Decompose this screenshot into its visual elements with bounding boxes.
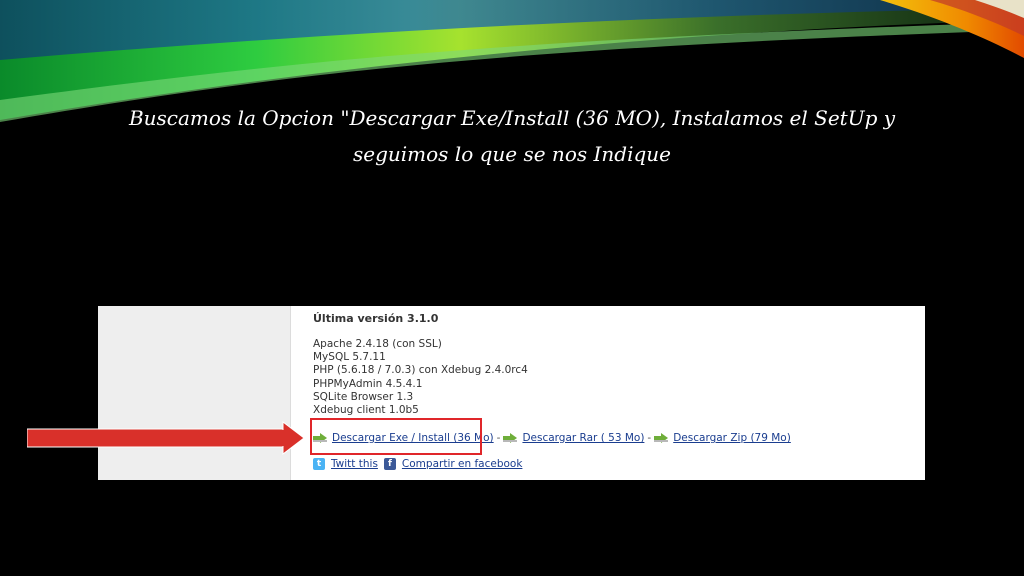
component-item: PHPMyAdmin 4.5.4.1 xyxy=(313,377,423,390)
component-item: Apache 2.4.18 (con SSL) xyxy=(313,338,442,350)
pointer-arrow-icon xyxy=(27,421,305,455)
download-rar-link[interactable]: Descargar Rar ( 53 Mo) xyxy=(522,432,644,444)
twitter-icon: t xyxy=(313,458,325,470)
component-item: SQLite Browser 1.3 xyxy=(313,390,414,403)
separator: - xyxy=(496,432,501,444)
component-item: PHP (5.6.18 / 7.0.3) con Xdebug 2.4.0rc4 xyxy=(313,364,528,377)
component-item: Xdebug client 1.0b5 xyxy=(313,404,419,417)
highlight-box xyxy=(310,418,482,455)
separator: - xyxy=(647,432,652,444)
download-arrow-icon xyxy=(503,433,518,443)
component-list: Apache 2.4.18 (con SSL) MySQL 5.7.11 PHP… xyxy=(313,338,528,417)
version-heading: Última versión 3.1.0 xyxy=(313,312,439,325)
facebook-icon: f xyxy=(383,458,396,470)
download-zip-link[interactable]: Descargar Zip (79 Mo) xyxy=(673,432,791,444)
twitter-share-link[interactable]: Twitt this xyxy=(331,458,378,470)
component-item: MySQL 5.7.11 xyxy=(313,351,386,364)
social-links: t Twitt this f Compartir en facebook xyxy=(313,457,522,471)
slide-title: Buscamos la Opcion "Descargar Exe/Instal… xyxy=(128,106,896,166)
facebook-share-link[interactable]: Compartir en facebook xyxy=(402,458,523,470)
download-arrow-icon xyxy=(654,433,669,443)
